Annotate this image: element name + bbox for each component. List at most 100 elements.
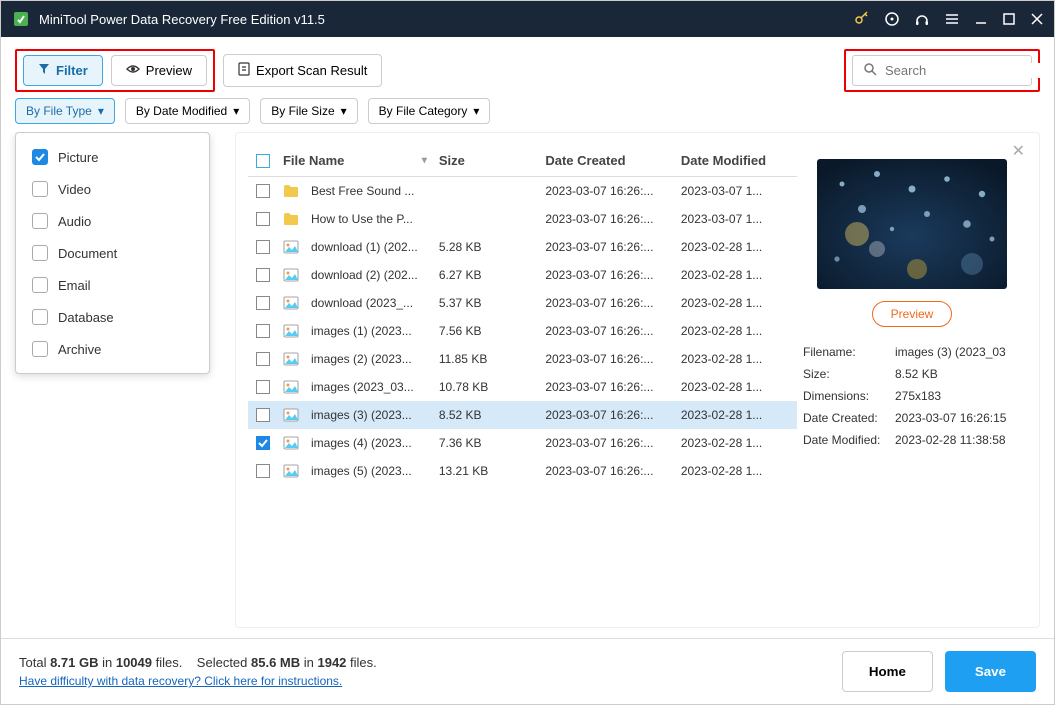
table-row[interactable]: images (2023_03...10.78 KB2023-03-07 16:… [248, 373, 797, 401]
file-type-option[interactable]: Document [16, 237, 209, 269]
row-checkbox[interactable] [256, 184, 270, 198]
chevron-down-icon: ▾ [473, 104, 479, 118]
file-size: 11.85 KB [439, 352, 545, 366]
file-type-option[interactable]: Email [16, 269, 209, 301]
image-icon [283, 464, 299, 478]
filter-by-file-type[interactable]: By File Type ▾ [15, 98, 115, 124]
table-body: Best Free Sound ...2023-03-07 16:26:...2… [248, 177, 797, 615]
row-checkbox[interactable] [256, 436, 270, 450]
filter-by-file-type-label: By File Type [26, 104, 92, 118]
checkbox-icon[interactable] [32, 181, 48, 197]
toolbar: Filter Preview Export Scan Result [1, 37, 1054, 98]
file-created: 2023-03-07 16:26:... [545, 380, 681, 394]
row-checkbox[interactable] [256, 324, 270, 338]
table-header: File Name▾ Size Date Created Date Modifi… [248, 145, 797, 177]
file-type-option[interactable]: Picture [16, 141, 209, 173]
image-icon [283, 408, 299, 422]
image-icon [283, 240, 299, 254]
filter-by-date-modified[interactable]: By Date Modified ▾ [125, 98, 250, 124]
table-row[interactable]: images (4) (2023...7.36 KB2023-03-07 16:… [248, 429, 797, 457]
file-created: 2023-03-07 16:26:... [545, 268, 681, 282]
file-name: images (4) (2023... [311, 436, 439, 450]
file-modified: 2023-02-28 1... [681, 380, 797, 394]
chevron-down-icon: ▾ [341, 104, 347, 118]
file-modified: 2023-02-28 1... [681, 240, 797, 254]
meta-size-value: 8.52 KB [895, 367, 1021, 381]
file-created: 2023-03-07 16:26:... [545, 212, 681, 226]
filter-by-file-category[interactable]: By File Category ▾ [368, 98, 491, 124]
status-text: Total 8.71 GB in 10049 files. Selected 8… [19, 655, 377, 670]
file-type-option[interactable]: Audio [16, 205, 209, 237]
menu-icon[interactable] [944, 11, 960, 27]
row-checkbox[interactable] [256, 464, 270, 478]
preview-open-button[interactable]: Preview [872, 301, 953, 327]
meta-size-label: Size: [803, 367, 895, 381]
row-checkbox[interactable] [256, 268, 270, 282]
export-button[interactable]: Export Scan Result [223, 54, 382, 87]
table-row[interactable]: images (2) (2023...11.85 KB2023-03-07 16… [248, 345, 797, 373]
col-name-header[interactable]: File Name [283, 153, 344, 168]
row-checkbox[interactable] [256, 240, 270, 254]
checkbox-icon[interactable] [32, 277, 48, 293]
select-all-checkbox[interactable] [256, 154, 270, 168]
file-size: 6.27 KB [439, 268, 545, 282]
funnel-icon [38, 63, 50, 78]
row-checkbox[interactable] [256, 352, 270, 366]
filter-by-file-size-label: By File Size [271, 104, 334, 118]
file-name: download (1) (202... [311, 240, 439, 254]
minimize-button[interactable] [974, 12, 988, 26]
table-row[interactable]: images (1) (2023...7.56 KB2023-03-07 16:… [248, 317, 797, 345]
checkbox-icon[interactable] [32, 213, 48, 229]
file-type-option[interactable]: Video [16, 173, 209, 205]
folder-icon [283, 212, 299, 226]
file-modified: 2023-02-28 1... [681, 436, 797, 450]
table-row[interactable]: download (1) (202...5.28 KB2023-03-07 16… [248, 233, 797, 261]
col-modified-header[interactable]: Date Modified [681, 153, 797, 168]
maximize-button[interactable] [1002, 12, 1016, 26]
close-button[interactable] [1030, 12, 1044, 26]
search-box[interactable] [852, 55, 1032, 86]
search-input[interactable] [885, 63, 1055, 78]
highlight-filter-preview: Filter Preview [15, 49, 215, 92]
table-row[interactable]: images (3) (2023...8.52 KB2023-03-07 16:… [248, 401, 797, 429]
home-button[interactable]: Home [842, 651, 933, 692]
table-row[interactable]: images (5) (2023...13.21 KB2023-03-07 16… [248, 457, 797, 485]
file-list-panel: File Name▾ Size Date Created Date Modifi… [235, 132, 1040, 628]
checkbox-icon[interactable] [32, 341, 48, 357]
row-checkbox[interactable] [256, 380, 270, 394]
checkbox-icon[interactable] [32, 245, 48, 261]
file-name: download (2023_... [311, 296, 439, 310]
row-checkbox[interactable] [256, 408, 270, 422]
table-row[interactable]: download (2) (202...6.27 KB2023-03-07 16… [248, 261, 797, 289]
image-icon [283, 436, 299, 450]
row-checkbox[interactable] [256, 296, 270, 310]
col-created-header[interactable]: Date Created [545, 153, 681, 168]
headphones-icon[interactable] [914, 11, 930, 27]
col-size-header[interactable]: Size [439, 153, 545, 168]
checkbox-icon[interactable] [32, 149, 48, 165]
save-button[interactable]: Save [945, 651, 1036, 692]
file-created: 2023-03-07 16:26:... [545, 408, 681, 422]
file-modified: 2023-02-28 1... [681, 464, 797, 478]
checkbox-icon[interactable] [32, 309, 48, 325]
row-checkbox[interactable] [256, 212, 270, 226]
file-type-option[interactable]: Archive [16, 333, 209, 365]
close-preview-icon[interactable]: ✕ [1012, 141, 1025, 161]
preview-image [817, 159, 1007, 289]
file-type-option-label: Email [58, 278, 91, 293]
file-type-option[interactable]: Database [16, 301, 209, 333]
file-created: 2023-03-07 16:26:... [545, 324, 681, 338]
disc-icon[interactable] [884, 11, 900, 27]
titlebar: MiniTool Power Data Recovery Free Editio… [1, 1, 1054, 37]
table-row[interactable]: Best Free Sound ...2023-03-07 16:26:...2… [248, 177, 797, 205]
help-link[interactable]: Have difficulty with data recovery? Clic… [19, 674, 342, 688]
file-name: images (5) (2023... [311, 464, 439, 478]
preview-button[interactable]: Preview [111, 55, 207, 86]
table-row[interactable]: How to Use the P...2023-03-07 16:26:...2… [248, 205, 797, 233]
key-icon[interactable] [854, 11, 870, 27]
filter-button[interactable]: Filter [23, 55, 103, 86]
filter-label: Filter [56, 63, 88, 78]
eye-icon [126, 63, 140, 78]
table-row[interactable]: download (2023_...5.37 KB2023-03-07 16:2… [248, 289, 797, 317]
filter-by-file-size[interactable]: By File Size ▾ [260, 98, 357, 124]
